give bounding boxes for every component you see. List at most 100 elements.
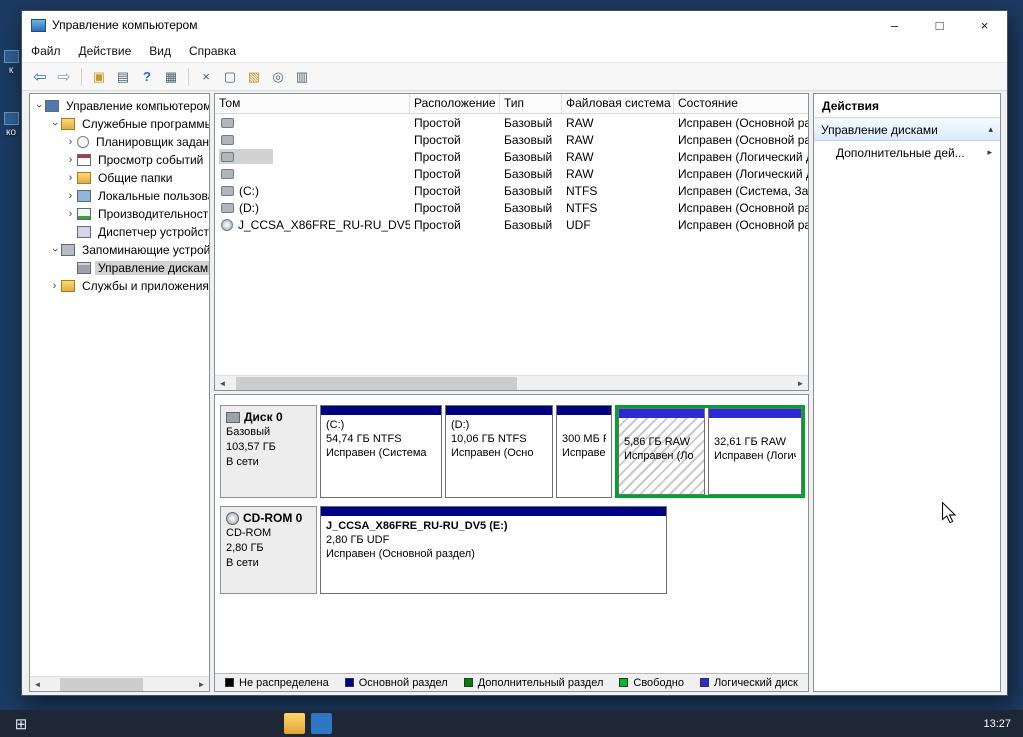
column-header-filesystem[interactable]: Файловая система — [562, 94, 674, 113]
chevron-expanded-icon[interactable] — [49, 115, 60, 133]
help-icon[interactable]: ? — [136, 66, 158, 88]
column-header-status[interactable]: Состояние — [674, 94, 808, 113]
volume-list-header: Том Расположение Тип Файловая система Со… — [215, 94, 808, 114]
chevron-expanded-icon[interactable] — [33, 97, 44, 115]
toolbar: ⇦ ⇨ ▣ ▤ ? ▦ × ▢ ▧ ◎ ▥ — [22, 63, 1007, 91]
actions-more-actions[interactable]: Дополнительные дей... ▸ — [814, 141, 1000, 164]
menu-help[interactable]: Справка — [180, 44, 245, 58]
desktop-icon[interactable]: ко — [1, 112, 21, 138]
chevron-collapsed-icon[interactable] — [65, 151, 76, 169]
partition-size: 32,61 ГБ RAW — [714, 435, 796, 449]
volume-filesystem: RAW — [562, 114, 674, 131]
column-header-layout[interactable]: Расположение — [410, 94, 500, 113]
scroll-left-icon[interactable] — [30, 677, 45, 692]
column-header-type[interactable]: Тип — [500, 94, 562, 113]
device-manager-icon — [77, 226, 91, 238]
close-button[interactable]: × — [962, 11, 1007, 39]
titlebar[interactable]: Управление компьютером – □ × — [22, 11, 1007, 39]
tree-item-event-viewer[interactable]: Просмотр событий — [30, 151, 209, 169]
partition-logical-selected[interactable]: 5,86 ГБ RAW Исправен (Ло — [618, 408, 705, 495]
new-window-icon[interactable]: ▢ — [219, 66, 241, 88]
chevron-collapsed-icon[interactable] — [65, 205, 76, 223]
tree-item-label: Локальные пользовате — [95, 189, 209, 203]
chevron-collapsed-icon[interactable] — [49, 277, 60, 295]
scrollbar-thumb[interactable] — [236, 377, 518, 390]
tree-item-computer-management[interactable]: Управление компьютером (л — [30, 97, 209, 115]
column-header-volume[interactable]: Том — [215, 94, 410, 113]
tree-item-label: Управление компьютером (л — [63, 99, 209, 113]
properties-icon[interactable]: ▦ — [160, 66, 182, 88]
maximize-button[interactable]: □ — [917, 11, 962, 39]
tree-item-services-apps[interactable]: Службы и приложения — [30, 277, 209, 295]
partition-name — [562, 418, 606, 432]
partition-d[interactable]: (D:) 10,06 ГБ NTFS Исправен (Осно — [445, 405, 553, 498]
volume-name: (C:) — [239, 184, 259, 198]
partition-name — [624, 421, 699, 435]
tree-item-task-scheduler[interactable]: Планировщик заданий — [30, 133, 209, 151]
tree-item-device-manager[interactable]: Диспетчер устройств — [30, 223, 209, 241]
menu-view[interactable]: Вид — [140, 44, 180, 58]
partition-color-strip — [709, 409, 801, 418]
legend-item-primary: Основной раздел — [345, 677, 448, 689]
scroll-right-icon[interactable] — [793, 376, 808, 391]
cdrom-0-label[interactable]: CD-ROM 0 CD-ROM 2,80 ГБ В сети — [220, 506, 317, 594]
disk-0-label[interactable]: Диск 0 Базовый 103,57 ГБ В сети — [220, 405, 317, 498]
taskbar-app-icon[interactable] — [311, 713, 332, 734]
tree-item-shared-folders[interactable]: Общие папки — [30, 169, 209, 187]
delete-icon[interactable]: × — [195, 66, 217, 88]
scroll-left-icon[interactable] — [215, 376, 230, 391]
actions-more-label: Дополнительные дей... — [836, 146, 987, 160]
scroll-right-icon[interactable] — [194, 677, 209, 692]
volume-row-selected[interactable]: Простой Базовый RAW Исправен (Логический… — [215, 148, 808, 165]
forward-icon[interactable]: ⇨ — [53, 66, 75, 88]
volume-type: Базовый — [500, 182, 562, 199]
back-icon[interactable]: ⇦ — [29, 66, 51, 88]
file-explorer-icon[interactable] — [284, 713, 305, 734]
tree-item-label: Службы и приложения — [79, 279, 209, 293]
volume-layout: Простой — [410, 165, 500, 182]
actions-section-disk-management[interactable]: Управление дисками ▴ — [814, 118, 1000, 141]
chevron-collapsed-icon[interactable] — [65, 187, 76, 205]
tree-item-storage[interactable]: Запоминающие устройст — [30, 241, 209, 259]
actions-title: Действия — [814, 94, 1000, 118]
chevron-up-icon[interactable]: ▴ — [988, 124, 993, 135]
report-icon[interactable]: ▥ — [291, 66, 313, 88]
partition-name: (D:) — [451, 418, 547, 432]
chevron-expanded-icon[interactable] — [49, 241, 60, 259]
tree-item-disk-management[interactable]: Управление дисками — [30, 259, 209, 277]
chevron-collapsed-icon[interactable] — [65, 133, 76, 151]
find-icon[interactable]: ◎ — [267, 66, 289, 88]
volume-row[interactable]: Простой Базовый RAW Исправен (Логический… — [215, 165, 808, 182]
volume-row[interactable]: Простой Базовый RAW Исправен (Основной р… — [215, 114, 808, 131]
chevron-collapsed-icon[interactable] — [65, 169, 76, 187]
disk-size: 103,57 ГБ — [226, 440, 311, 455]
scrollbar-track — [230, 376, 793, 390]
open-icon[interactable]: ▧ — [243, 66, 265, 88]
show-console-tree-icon[interactable]: ▣ — [88, 66, 110, 88]
taskbar-clock[interactable]: 13:27 — [983, 710, 1011, 737]
export-list-icon[interactable]: ▤ — [112, 66, 134, 88]
partition-e-cdrom[interactable]: J_CCSA_X86FRE_RU-RU_DV5 (E:) 2,80 ГБ UDF… — [320, 506, 667, 594]
tree-item-local-users[interactable]: Локальные пользовате — [30, 187, 209, 205]
menu-file[interactable]: Файл — [22, 44, 70, 58]
actions-panel: Действия Управление дисками ▴ Дополнител… — [813, 93, 1001, 692]
disk-management-icon — [77, 262, 91, 274]
disk-view: Диск 0 Базовый 103,57 ГБ В сети (C:) — [214, 394, 809, 692]
volume-row[interactable]: Простой Базовый RAW Исправен (Основной р… — [215, 131, 808, 148]
legend-label: Не распределена — [239, 677, 329, 689]
minimize-button[interactable]: – — [872, 11, 917, 39]
local-users-icon — [77, 190, 91, 202]
scrollbar-thumb[interactable] — [60, 678, 143, 691]
volume-row-e[interactable]: J_CCSA_X86FRE_RU-RU_DV5 (E:) Простой Баз… — [215, 216, 808, 233]
tree-item-performance[interactable]: Производительность — [30, 205, 209, 223]
desktop-icon[interactable]: к — [1, 50, 21, 76]
volume-row-c[interactable]: (C:) Простой Базовый NTFS Исправен (Сист… — [215, 182, 808, 199]
menu-action[interactable]: Действие — [70, 44, 141, 58]
partition-c[interactable]: (C:) 54,74 ГБ NTFS Исправен (Система — [320, 405, 442, 498]
cdrom-0-partitions: J_CCSA_X86FRE_RU-RU_DV5 (E:) 2,80 ГБ UDF… — [320, 506, 805, 594]
partition-logical[interactable]: 32,61 ГБ RAW Исправен (Логиче — [708, 408, 802, 495]
tree-item-system-tools[interactable]: Служебные программы — [30, 115, 209, 133]
partition-system-reserved[interactable]: 300 МБ R Исправе — [556, 405, 612, 498]
start-button[interactable]: ⊞ — [0, 710, 42, 737]
volume-row-d[interactable]: (D:) Простой Базовый NTFS Исправен (Осно… — [215, 199, 808, 216]
